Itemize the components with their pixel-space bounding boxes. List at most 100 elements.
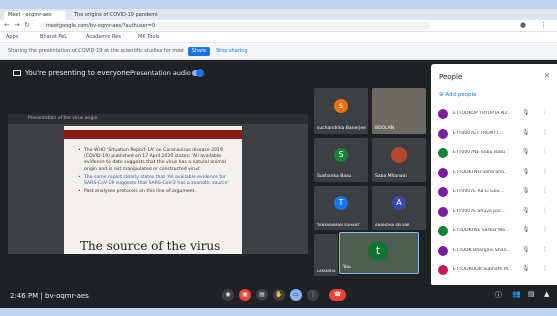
close-icon[interactable]: ✕ (544, 72, 550, 80)
menu-icon[interactable]: ⋮ (540, 21, 547, 29)
more-options-icon[interactable]: ⋮ (542, 265, 548, 272)
tile-name: TANYARAMAN SUHANT (317, 222, 360, 227)
bookmark-mktools[interactable]: MK Tools (138, 34, 160, 40)
tile-name: BOOLAN (375, 126, 395, 131)
participant-row[interactable]: ETTODKOP TRYUPTA N2... 🎙 ⋮ (438, 107, 553, 121)
presenting-text: You're presenting to everyone (25, 69, 130, 77)
participant-row[interactable]: ETTODKTNH Saha Sha... 🎙 ⋮ (438, 166, 553, 180)
presenting-banner: You're presenting to everyone (13, 68, 130, 78)
browser-tab-article[interactable]: The origins of COVID-19 pandemic (70, 11, 158, 20)
tile-name: ANANDHA SELVAR (375, 222, 410, 227)
more-options-icon[interactable]: ⋮ (542, 207, 548, 214)
avatar-photo (391, 147, 407, 163)
mic-off-icon: 🎙 (522, 187, 530, 194)
participant-name: ETTODK Bhargavi Shan... (453, 247, 511, 253)
participant-tile[interactable]: LAYAKSHA (314, 234, 338, 276)
activities-icon[interactable]: ▲ (544, 290, 549, 298)
back-icon[interactable]: ← (4, 21, 10, 29)
participant-tile[interactable]: Saba Mharwal (372, 138, 426, 182)
forward-icon[interactable]: → (14, 21, 20, 29)
avatar (438, 187, 448, 197)
participant-row[interactable]: ETTODK Bhargavi Shan... 🎙 ⋮ (438, 244, 553, 258)
participant-name: ETTODKTNE Sarkar Mo... (453, 228, 510, 233)
more-options-icon[interactable]: ⋮ (542, 226, 548, 233)
mic-off-icon: 🎙 (522, 148, 530, 155)
present-screen-icon[interactable]: ▭ (290, 289, 302, 301)
mic-off-icon: 🎙 (522, 167, 530, 175)
stop-sharing-link[interactable]: Stop sharing (216, 47, 248, 56)
participant-tile[interactable]: A ANANDHA SELVAR (372, 186, 426, 230)
people-icon[interactable]: 👥 (512, 290, 521, 298)
leave-call-button[interactable]: ☎ (329, 289, 346, 301)
avatar (438, 245, 448, 256)
mic-off-icon[interactable]: ◉ (222, 289, 234, 301)
bookmark-bharat[interactable]: Bharat PeL (40, 34, 67, 40)
tab-strip: Meet - ecqmr-aes The origins of COVID-19… (0, 9, 557, 20)
meeting-clock-and-code: 2:46 PM | bv-oqmr-aes (10, 292, 89, 300)
captions-icon[interactable]: ▤ (256, 289, 268, 301)
tile-name: suchandrika Banerjee (317, 126, 366, 131)
browser-tab-meet[interactable]: Meet - ecqmr-aes (4, 11, 66, 20)
clock: 2:46 PM (10, 292, 39, 300)
slide-header-bar (64, 130, 242, 139)
mic-off-icon: 🎙 (522, 206, 530, 214)
more-options-icon[interactable]: ⋮ (542, 129, 548, 136)
shared-window-title: Presentation of the virus origin (28, 116, 98, 121)
mic-off-icon: 🎙 (522, 245, 530, 253)
slide-bullet: The WHO 'Situation Report-1A' on Coronav… (78, 148, 238, 173)
avatar: s (334, 99, 348, 113)
participant-tile[interactable]: BOOLAN (372, 88, 426, 134)
participant-row[interactable]: ETT0007E Shuva par... 🎙 ⋮ (438, 205, 553, 219)
avatar (438, 206, 448, 217)
mic-off-icon: 🎙 (522, 265, 530, 272)
share-button[interactable]: Share (188, 47, 210, 56)
url-field[interactable]: meetgoogle.com/bv-oqmr-aes/?authuser=0 (40, 22, 430, 30)
avatar: A (392, 196, 406, 210)
participant-row[interactable]: ETT0007NE Sabu Basu 🎙 ⋮ (438, 146, 553, 160)
avatar (438, 128, 448, 139)
participant-tile[interactable]: s suchandrika Banerjee (314, 88, 368, 134)
participant-name: ETT0007E Ra Li Gou... (453, 189, 504, 194)
os-taskbar-top (0, 0, 557, 9)
raise-hand-icon[interactable]: ✋ (273, 289, 285, 301)
share-info-text: Sharing the presentation of COVID-19 at … (8, 48, 184, 54)
avatar (438, 148, 448, 158)
participant-tile[interactable]: S Sushanka Basu (314, 138, 368, 182)
tile-name: You (343, 265, 351, 270)
self-view-tile[interactable]: t You (339, 232, 419, 274)
participant-name: ETT0007ET TREMTT... (453, 130, 503, 136)
participant-name: ETTODKTNH Saha Sha... (453, 169, 509, 175)
more-options-icon[interactable]: ⋮ (542, 246, 548, 253)
profile-icon[interactable]: ● (520, 21, 526, 29)
participant-tile[interactable]: T TANYARAMAN SUHANT (314, 186, 368, 230)
reload-icon[interactable]: ↻ (24, 21, 30, 29)
address-bar-row: ← → ↻ meetgoogle.com/bv-oqmr-aes/?authus… (0, 20, 557, 32)
presentation-audio-toggle[interactable] (192, 69, 204, 77)
chat-icon[interactable]: ▤ (528, 290, 535, 298)
mic-off-icon: 🎙 (522, 226, 530, 233)
shared-window-titlebar: Presentation of the virus origin (8, 114, 308, 124)
participant-row[interactable]: ETT0007E Ra Li Gou... 🎙 ⋮ (438, 185, 553, 199)
bookmark-academic[interactable]: Academic Res (86, 34, 121, 40)
more-options-icon[interactable]: ⋮ (542, 148, 548, 155)
participant-name: ETTODKOOR Subhath M... (453, 267, 513, 272)
camera-off-icon[interactable]: ▣ (239, 289, 251, 301)
participant-row[interactable]: ETTODKOOR Subhath M... 🎙 ⋮ (438, 263, 553, 277)
add-people-button[interactable]: ⊕ Add people (439, 92, 476, 98)
bookmark-apps[interactable]: Apps (6, 34, 18, 40)
people-panel-title: People (439, 73, 463, 81)
os-taskbar-bottom (0, 308, 557, 316)
slide-title: The source of the virus (80, 239, 221, 253)
more-options-icon[interactable]: ⋮ (542, 109, 548, 116)
avatar (438, 167, 448, 178)
more-options-icon[interactable]: ⋮ (542, 187, 548, 194)
more-options-icon[interactable]: ⋮ (307, 289, 319, 301)
more-options-icon[interactable]: ⋮ (542, 168, 548, 175)
participant-row[interactable]: ETTODKTNE Sarkar Mo... 🎙 ⋮ (438, 224, 553, 238)
avatar (438, 226, 448, 236)
info-icon[interactable]: ⓘ (495, 290, 502, 300)
participant-row[interactable]: ETT0007ET TREMTT... 🎙 ⋮ (438, 127, 553, 141)
mic-off-icon: 🎙 (522, 128, 530, 136)
bookmarks-bar: Apps Bharat PeL Academic Res MK Tools (0, 32, 557, 43)
mic-off-icon: 🎙 (522, 109, 530, 116)
